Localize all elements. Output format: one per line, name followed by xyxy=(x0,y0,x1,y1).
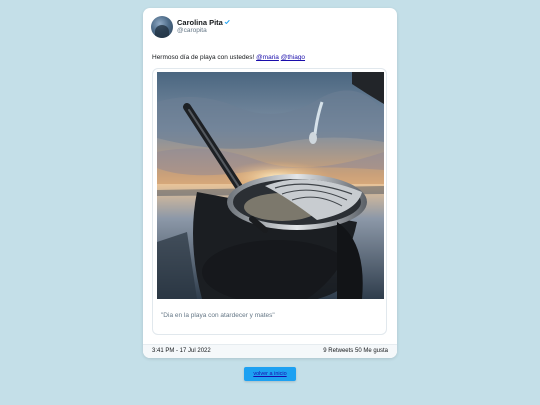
tweet-stats: 9 Retweets 50 Me gusta xyxy=(323,348,388,354)
media-caption: "Dia en la playa con atardecer y mates" xyxy=(161,312,275,319)
user-handle[interactable]: @caropita xyxy=(177,27,207,34)
tweet-text: Hermoso día de playa con ustedes! @maria… xyxy=(152,54,305,61)
display-name[interactable]: Carolina Pita xyxy=(177,18,223,27)
user-name-line: Carolina Pita xyxy=(177,18,230,27)
tweet-header: Carolina Pita @caropita xyxy=(151,16,381,40)
media-card[interactable]: "Dia en la playa con atardecer y mates" xyxy=(152,68,387,335)
tweet-text-body: Hermoso día de playa con ustedes! xyxy=(152,54,257,61)
avatar[interactable] xyxy=(151,16,173,38)
verified-checkmark-icon xyxy=(224,20,230,24)
back-to-home-button[interactable]: volver a inicio xyxy=(244,367,296,381)
tweet-photo[interactable] xyxy=(157,72,384,299)
tweet-timestamp[interactable]: 3:41 PM - 17 Jul 2022 xyxy=(152,348,211,354)
tweet-footer: 3:41 PM - 17 Jul 2022 9 Retweets 50 Me g… xyxy=(143,344,397,358)
mention-link-thiago[interactable]: @thiago xyxy=(281,54,305,61)
tweet-card: Carolina Pita @caropita Hermoso día de p… xyxy=(143,8,397,358)
mate-sunset-image xyxy=(157,72,384,299)
mention-link-maria[interactable]: @maria xyxy=(256,54,279,61)
